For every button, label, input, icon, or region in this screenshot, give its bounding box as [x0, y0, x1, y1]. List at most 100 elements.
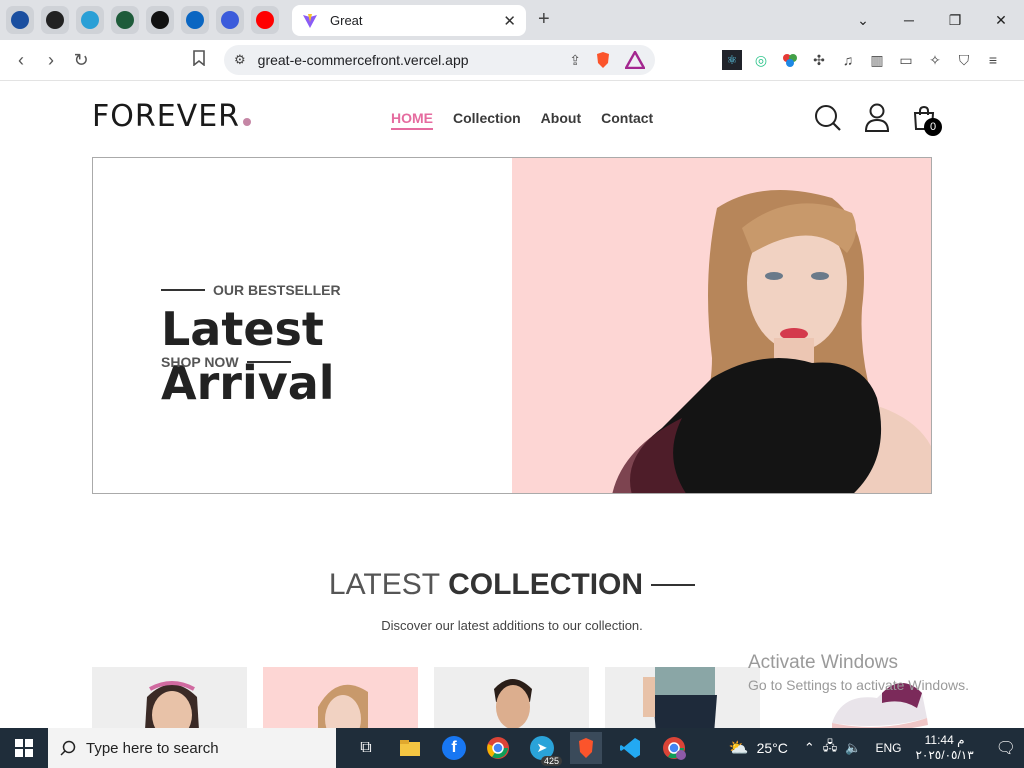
pinned-tab[interactable] — [6, 6, 34, 34]
search-icon[interactable] — [814, 104, 842, 132]
nav-link-about[interactable]: About — [541, 110, 581, 130]
blue-app-icon — [221, 11, 239, 29]
nav-link-contact[interactable]: Contact — [601, 110, 653, 130]
close-window-icon[interactable]: ✕ — [978, 12, 1024, 29]
share-icon[interactable]: ⇪ — [569, 52, 581, 69]
circle-app-icon — [81, 11, 99, 29]
extensions-icon[interactable]: ✣ — [809, 50, 829, 70]
pinned-tab[interactable] — [41, 6, 69, 34]
minimize-icon[interactable]: ─ — [886, 12, 932, 28]
react-devtools-icon[interactable]: ⚛ — [722, 50, 742, 70]
restore-icon[interactable]: ❐ — [932, 12, 978, 29]
heading-light: LATEST — [328, 568, 441, 601]
vscode-icon[interactable] — [614, 732, 646, 764]
product-card[interactable] — [92, 667, 247, 728]
search-placeholder[interactable]: Type here to search — [86, 740, 219, 757]
brave-rewards-icon[interactable] — [625, 51, 645, 69]
brave-browser-icon[interactable] — [570, 732, 602, 764]
heading-bold: COLLECTION — [448, 568, 644, 601]
cart-count-badge: 0 — [924, 118, 942, 136]
facebook-icon[interactable]: f — [438, 732, 470, 764]
taskbar-search[interactable]: Type here to search — [48, 728, 336, 768]
forward-icon[interactable]: › — [36, 50, 66, 71]
linkedin-icon — [186, 11, 204, 29]
product-card[interactable] — [434, 667, 589, 728]
tab-close-icon[interactable]: ✕ — [503, 12, 516, 30]
nav-link-collection[interactable]: Collection — [453, 110, 521, 130]
extensions-bar: ⚛ ◎ ✣ ♫ ▥ ▭ ✧ ⛉ ≡ — [722, 50, 1003, 70]
logo-dot — [243, 118, 251, 126]
product-image — [643, 667, 717, 728]
tab-title: Great — [330, 13, 363, 28]
reload-icon[interactable]: ↻ — [66, 50, 96, 71]
site-info-icon[interactable]: ⚙ — [234, 52, 246, 68]
clock-time: 11:44 م — [924, 733, 965, 747]
active-tab[interactable]: Great ✕ — [292, 5, 526, 36]
chrome-profile-icon[interactable] — [658, 732, 690, 764]
back-icon[interactable]: ‹ — [6, 50, 36, 71]
pinned-tab[interactable] — [76, 6, 104, 34]
web-page: FOREVER HOME Collection About Contact 0 OUR… — [0, 81, 1024, 728]
product-card[interactable] — [263, 667, 418, 728]
pinned-tabs — [0, 6, 279, 34]
language-indicator[interactable]: ENG — [875, 741, 901, 755]
notification-icon[interactable]: 🗨 — [996, 738, 1016, 758]
system-tray: ⛅ 25°C ⌃ 🖧 🔈 ENG 11:44 م ٢٠٢٥/٠٥/١٣ 🗨 — [729, 728, 1024, 768]
product-card[interactable] — [605, 667, 760, 728]
taskbar-apps: ⧉ f ➤ 425 — [350, 732, 690, 766]
weather-icon[interactable]: ⛅ — [729, 738, 749, 758]
pinned-tab[interactable] — [251, 6, 279, 34]
url-text[interactable]: great-e-commercefront.vercel.app — [258, 52, 570, 68]
menu-icon[interactable]: ≡ — [983, 50, 1003, 70]
file-explorer-icon[interactable] — [394, 732, 426, 764]
shop-now-link[interactable]: SHOP NOW — [161, 354, 291, 370]
browser-tab-strip: Great ✕ + ⌄ ─ ❐ ✕ — [0, 0, 1024, 40]
media-icon[interactable]: ♫ — [838, 50, 858, 70]
weather-temp[interactable]: 25°C — [757, 740, 788, 756]
clock-date: ٢٠٢٥/٠٥/١٣ — [915, 748, 974, 762]
model-illustration — [612, 190, 931, 493]
profile-icon[interactable] — [864, 103, 890, 133]
clock[interactable]: 11:44 م ٢٠٢٥/٠٥/١٣ — [915, 733, 973, 763]
hero-text-panel: OUR BESTSELLER Latest Arrival SHOP NOW — [93, 158, 512, 493]
pinned-tab[interactable] — [146, 6, 174, 34]
colorzilla-icon[interactable]: ◎ — [751, 50, 771, 70]
product-image — [494, 679, 532, 728]
wallet-icon[interactable]: ▭ — [896, 50, 916, 70]
nav-link-home[interactable]: HOME — [391, 110, 433, 130]
volume-icon[interactable]: 🔈 — [845, 740, 861, 756]
task-view-icon[interactable]: ⧉ — [350, 732, 382, 764]
tab-search-icon[interactable]: ⌄ — [840, 12, 886, 29]
sidebar-icon[interactable]: ▥ — [867, 50, 887, 70]
network-icon[interactable]: 🖧 — [823, 737, 838, 759]
heading-line — [651, 584, 696, 586]
color-picker-icon[interactable] — [780, 50, 800, 70]
tray-overflow-icon[interactable]: ⌃ — [804, 740, 815, 756]
start-button[interactable] — [0, 728, 48, 768]
hero-image — [512, 158, 931, 493]
pinned-tab[interactable] — [111, 6, 139, 34]
vite-favicon-icon — [303, 13, 317, 28]
chrome-icon[interactable] — [482, 732, 514, 764]
hero-banner: OUR BESTSELLER Latest Arrival SHOP NOW — [92, 157, 932, 494]
shop-now-text[interactable]: SHOP NOW — [161, 354, 239, 370]
vpn-icon[interactable]: ⛉ — [954, 50, 974, 70]
pinned-tab[interactable] — [216, 6, 244, 34]
bookmark-icon[interactable] — [184, 49, 214, 71]
main-nav: HOME Collection About Contact — [391, 110, 653, 130]
leo-ai-icon[interactable]: ✧ — [925, 50, 945, 70]
pinned-tab[interactable] — [181, 6, 209, 34]
youtube-icon — [256, 11, 274, 29]
paypal-icon — [11, 11, 29, 29]
site-logo[interactable]: FOREVER — [92, 99, 251, 134]
latest-collection-subtitle: Discover our latest additions to our col… — [381, 618, 643, 633]
telegram-badge: 425 — [540, 756, 562, 766]
brave-shield-icon[interactable] — [595, 51, 611, 69]
upwork-icon — [46, 11, 64, 29]
product-grid — [92, 667, 760, 728]
telegram-icon[interactable]: ➤ 425 — [526, 732, 562, 766]
windows-logo-icon — [15, 739, 33, 757]
address-bar[interactable]: ⚙ great-e-commercefront.vercel.app ⇪ — [224, 45, 655, 75]
logo-text: FOREVER — [92, 99, 240, 134]
new-tab-icon[interactable]: + — [538, 8, 550, 31]
